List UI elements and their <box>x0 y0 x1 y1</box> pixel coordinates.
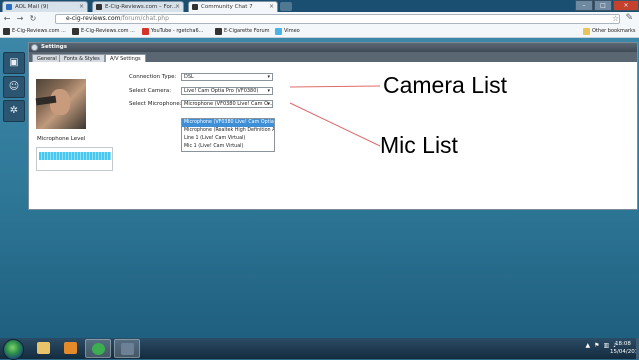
show-hidden-icons-icon[interactable]: ▲ <box>585 342 590 349</box>
taskbar-chrome[interactable] <box>85 339 111 358</box>
mic-list-annotation: Mic List <box>380 132 458 158</box>
camera-list-annotation: Camera List <box>383 72 507 98</box>
annotation-lines <box>289 85 381 147</box>
clock-date: 15/04/2011 <box>610 349 639 355</box>
chrome-icon <box>92 343 105 355</box>
start-button[interactable] <box>3 339 24 360</box>
folder-icon <box>37 342 50 354</box>
taskbar-media-player[interactable] <box>58 339 84 358</box>
taskbar-explorer[interactable] <box>31 339 57 358</box>
webcam-icon <box>121 343 134 355</box>
camera-annotation-line <box>289 85 381 88</box>
network-icon[interactable]: ▥ <box>603 342 609 349</box>
clock-time: 18:08 <box>615 341 631 347</box>
action-center-flag-icon[interactable]: ⚑ <box>594 342 599 349</box>
system-clock[interactable]: 18:08 15/04/2011 <box>610 340 639 356</box>
media-player-icon <box>64 342 77 354</box>
taskbar-webcam[interactable] <box>114 339 140 358</box>
windows-taskbar: ▲ ⚑ ▥ ♪ 18:08 15/04/2011 <box>0 338 639 360</box>
mic-annotation-line <box>289 102 381 147</box>
